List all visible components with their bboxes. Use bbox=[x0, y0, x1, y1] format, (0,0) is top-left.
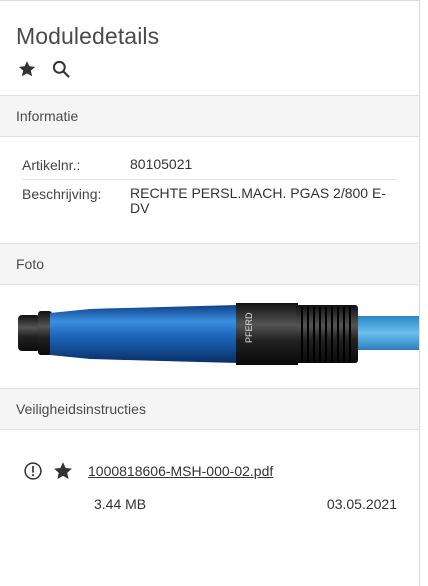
star-icon[interactable] bbox=[16, 58, 38, 80]
article-number-label: Artikelnr.: bbox=[22, 157, 81, 173]
document-meta: 3.44 MB 03.05.2021 bbox=[22, 496, 397, 512]
description-value: RECHTE PERSL.MACH. PGAS 2/800 E-DV bbox=[130, 185, 386, 216]
header: Moduledetails bbox=[0, 1, 419, 78]
section-header-veiligheid: Veiligheidsinstructies bbox=[0, 388, 419, 430]
search-icon[interactable] bbox=[50, 58, 72, 80]
info-row-description: Beschrijving: RECHTE PERSL.MACH. PGAS 2/… bbox=[22, 180, 397, 216]
info-section: Artikelnr.: 80105021 Beschrijving: RECHT… bbox=[0, 137, 419, 243]
module-details-panel: Moduledetails Informatie Artikelnr.: 801… bbox=[0, 0, 420, 586]
section-header-informatie: Informatie bbox=[0, 95, 419, 137]
description-label: Beschrijving: bbox=[22, 186, 102, 202]
product-image: PFERD bbox=[18, 303, 419, 365]
document-size: 3.44 MB bbox=[94, 496, 147, 512]
star-icon[interactable] bbox=[52, 460, 74, 482]
document-link[interactable]: 1000818606-MSH-000-02.pdf bbox=[88, 463, 273, 479]
product-photo: PFERD bbox=[0, 285, 419, 388]
svg-text:PFERD: PFERD bbox=[244, 312, 254, 343]
info-circle-icon[interactable] bbox=[22, 460, 44, 482]
article-number-value: 80105021 bbox=[130, 156, 193, 172]
document-date: 03.05.2021 bbox=[326, 496, 397, 512]
document-row: 1000818606-MSH-000-02.pdf bbox=[22, 460, 397, 482]
page-title: Moduledetails bbox=[16, 23, 160, 49]
section-header-foto: Foto bbox=[0, 243, 419, 285]
info-row-article-number: Artikelnr.: 80105021 bbox=[22, 151, 397, 180]
safety-documents: 1000818606-MSH-000-02.pdf 3.44 MB 03.05.… bbox=[0, 430, 419, 512]
